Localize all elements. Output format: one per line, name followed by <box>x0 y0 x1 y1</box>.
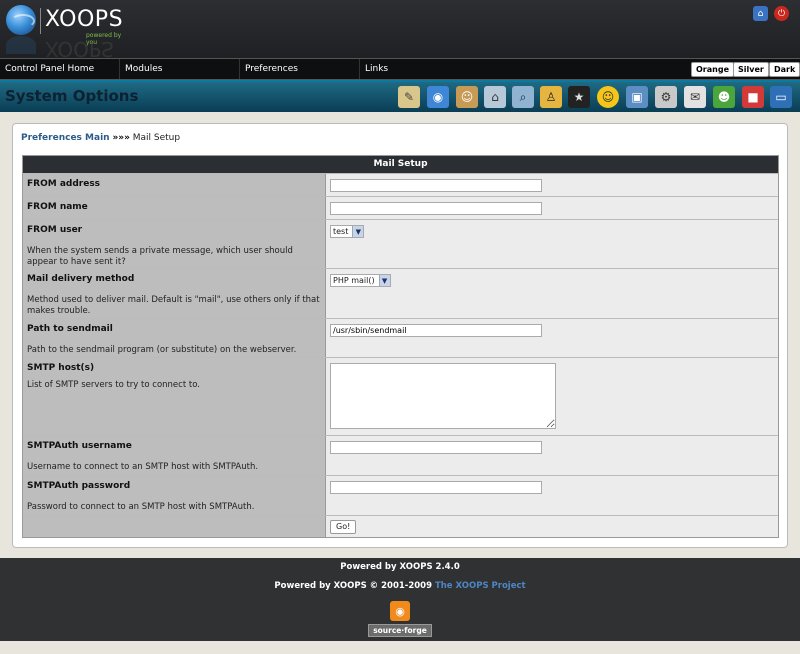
theme-orange-button[interactable]: Orange <box>691 62 734 77</box>
chevron-down-icon: ▼ <box>352 226 364 237</box>
xoops-logo[interactable]: XOOPS powered by you XOOPS <box>6 4 126 61</box>
chevron-down-icon: ▼ <box>378 275 390 286</box>
breadcrumb-current: Mail Setup <box>132 133 181 143</box>
row-from-name: FROM name <box>23 196 778 219</box>
xoops-project-link[interactable]: The XOOPS Project <box>435 581 526 591</box>
smtp-hosts-label: SMTP host(s) <box>27 363 95 373</box>
from-address-label: FROM address <box>27 179 101 189</box>
row-from-user: FROM user When the system sends a privat… <box>23 219 778 268</box>
from-user-desc: When the system sends a private message,… <box>27 246 293 267</box>
gears-icon[interactable]: ⚙ <box>655 86 677 108</box>
house-icon[interactable]: ⌂ <box>484 86 506 108</box>
row-mail-method: Mail delivery method Method used to deli… <box>23 268 778 318</box>
from-name-input[interactable] <box>330 202 542 215</box>
star-icon[interactable]: ★ <box>568 86 590 108</box>
sendmail-path-label: Path to sendmail <box>27 324 113 334</box>
smtp-password-desc: Password to connect to an SMTP host with… <box>27 502 255 512</box>
mail-method-selected: PHP mail() <box>333 276 375 285</box>
smiley-icon[interactable]: ☺ <box>597 86 619 108</box>
screen-icon[interactable]: ▭ <box>770 86 792 108</box>
person-icon[interactable]: ♙ <box>540 86 562 108</box>
footer-copyright: Powered by XOOPS © 2001-2009 The XOOPS P… <box>0 581 800 591</box>
site-header: XOOPS powered by you XOOPS ⌂ ⏻ <box>0 0 800 61</box>
breadcrumb: Preferences Main »»» Mail Setup <box>21 133 180 143</box>
form-heading: Mail Setup <box>23 156 778 173</box>
blocks-icon[interactable]: ■ <box>742 86 764 108</box>
mail-method-select[interactable]: PHP mail() ▼ <box>330 274 391 287</box>
system-toolbar: System Options ✎ ◉ ☺ ⌂ ⌕ ♙ ★ ☺ ▣ ⚙ ✉ ☻ ■… <box>0 80 800 112</box>
nav-control-panel-home[interactable]: Control Panel Home <box>0 59 120 79</box>
logo-reflection <box>6 36 36 54</box>
sourceforge-badge[interactable]: source·forge <box>368 624 432 637</box>
smtp-hosts-textarea[interactable] <box>330 363 556 429</box>
globe-icon[interactable]: ◉ <box>427 86 449 108</box>
page-title: System Options <box>5 87 139 105</box>
sendmail-path-input[interactable] <box>330 324 542 337</box>
footer-powered-version: Powered by XOOPS 2.4.0 <box>340 562 460 572</box>
from-user-select[interactable]: test ▼ <box>330 225 365 238</box>
go-button[interactable]: Go! <box>330 520 357 534</box>
row-from-address: FROM address <box>23 173 778 196</box>
users-icon[interactable]: ☺ <box>456 86 478 108</box>
logo-name: XOOPS <box>45 7 124 32</box>
smtp-password-input[interactable] <box>330 481 542 494</box>
search-icon[interactable]: ⌕ <box>512 86 534 108</box>
row-smtp-password: SMTPAuth password Password to connect to… <box>23 475 778 515</box>
main-nav: Control Panel Home Modules Preferences L… <box>0 58 800 80</box>
logo-divider <box>40 8 41 34</box>
theme-dark-button[interactable]: Dark <box>769 62 800 77</box>
row-smtp-username: SMTPAuth username Username to connect to… <box>23 435 778 475</box>
breadcrumb-preferences-main[interactable]: Preferences Main <box>21 133 110 143</box>
breadcrumb-separator: »»» <box>112 133 130 143</box>
mail-setup-form: Mail Setup FROM address FROM name FROM u… <box>22 155 779 538</box>
group-icon[interactable]: ☻ <box>713 86 735 108</box>
site-footer: Powered by XOOPS 2.4.0 Powered by XOOPS … <box>0 558 800 641</box>
row-sendmail-path: Path to sendmail Path to the sendmail pr… <box>23 318 778 357</box>
mail-method-label: Mail delivery method <box>27 274 135 284</box>
from-user-label: FROM user <box>27 225 83 235</box>
smtp-password-label: SMTPAuth password <box>27 481 131 491</box>
smtp-username-label: SMTPAuth username <box>27 441 132 451</box>
sendmail-path-desc: Path to the sendmail program (or substit… <box>27 345 297 355</box>
theme-silver-button[interactable]: Silver <box>733 62 769 77</box>
mail-icon[interactable]: ✉ <box>684 86 706 108</box>
smtp-username-input[interactable] <box>330 441 542 454</box>
row-smtp-hosts: SMTP host(s) List of SMTP servers to try… <box>23 357 778 435</box>
nav-links[interactable]: Links <box>360 59 480 79</box>
monitor-icon[interactable]: ▣ <box>626 86 648 108</box>
smtp-username-desc: Username to connect to an SMTP host with… <box>27 462 259 472</box>
home-icon[interactable]: ⌂ <box>753 6 768 21</box>
row-submit: Go! <box>23 515 778 537</box>
nav-preferences[interactable]: Preferences <box>240 59 360 79</box>
nav-modules[interactable]: Modules <box>120 59 240 79</box>
smtp-hosts-desc: List of SMTP servers to try to connect t… <box>27 380 200 390</box>
mail-method-desc: Method used to deliver mail. Default is … <box>27 295 320 316</box>
globe-logo-icon <box>6 5 36 35</box>
content-panel: Preferences Main »»» Mail Setup Mail Set… <box>12 123 788 548</box>
power-icon[interactable]: ⏻ <box>774 6 789 21</box>
from-user-selected: test <box>333 227 349 236</box>
rss-icon[interactable]: ◉ <box>390 601 410 621</box>
footer-copyright-text: Powered by XOOPS © 2001-2009 <box>274 581 432 591</box>
from-address-input[interactable] <box>330 179 542 192</box>
from-name-label: FROM name <box>27 202 88 212</box>
notepad-icon[interactable]: ✎ <box>398 86 420 108</box>
